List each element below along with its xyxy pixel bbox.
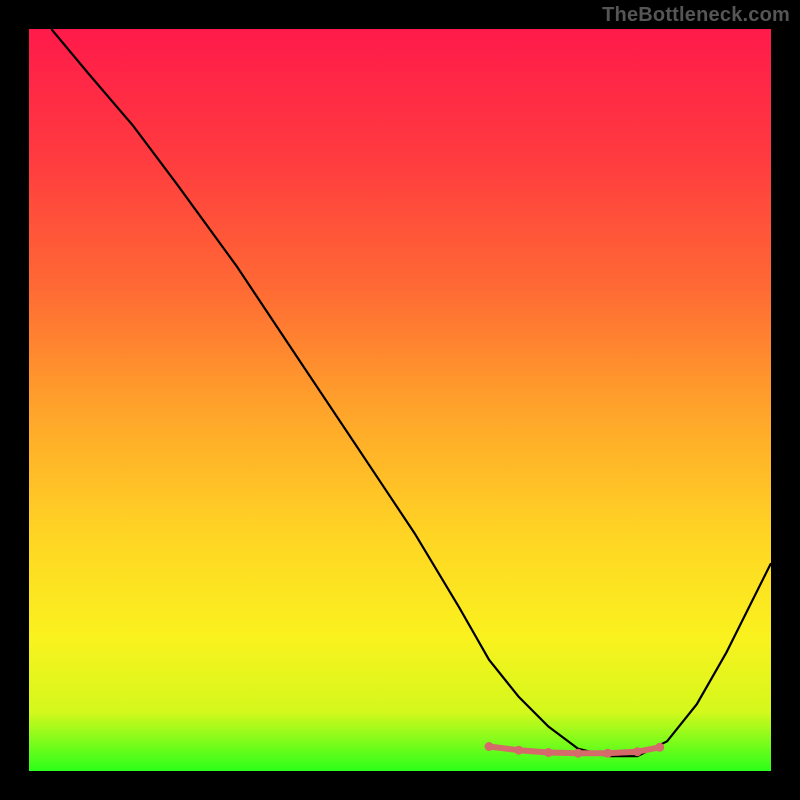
watermark-text: TheBottleneck.com: [602, 4, 790, 27]
gradient-background: [29, 29, 771, 771]
bottleneck-chart: [29, 29, 771, 771]
trough-dot: [655, 743, 664, 752]
plot-area: [29, 29, 771, 771]
chart-container: TheBottleneck.com: [0, 0, 800, 800]
